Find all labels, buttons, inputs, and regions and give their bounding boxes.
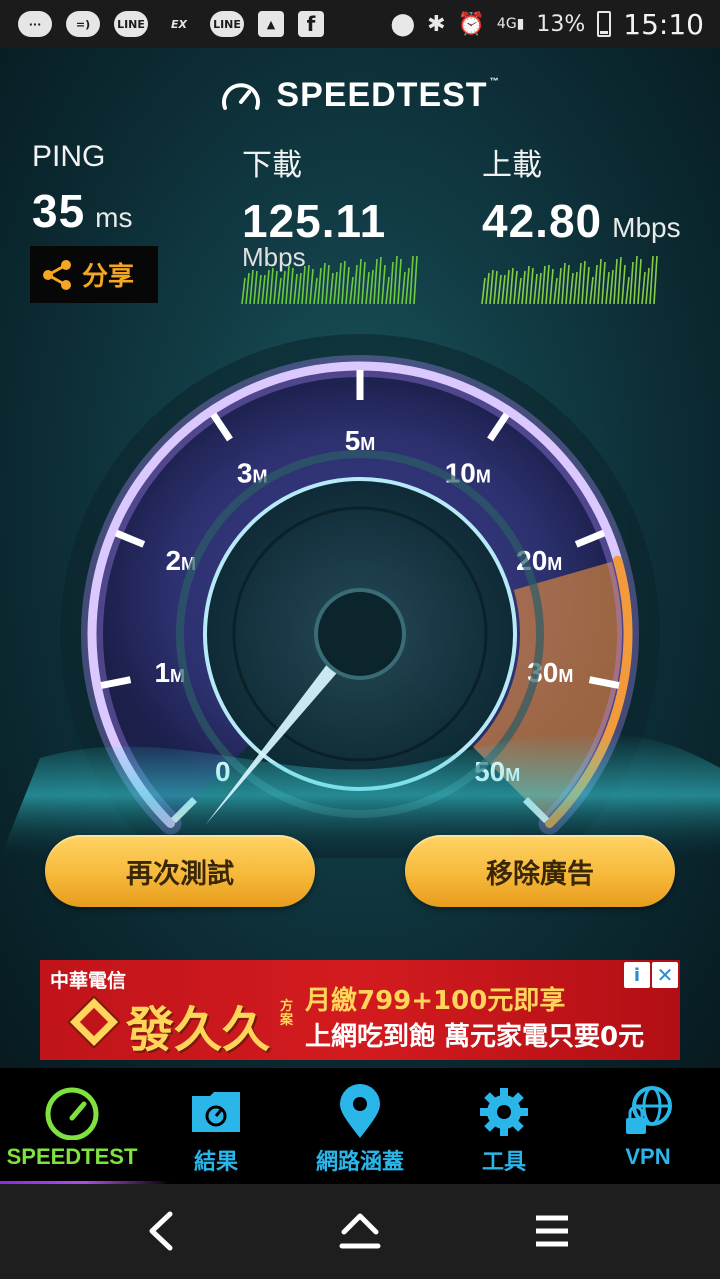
ad-banner[interactable]: 中華電信 發久久 方案 月繳799+100元即享 上網吃到飽 萬元家電只要0元 … [40, 960, 680, 1060]
speed-gauge: 01M2M3M5M10M20M30M50M [0, 334, 720, 858]
results-folder-icon [192, 1092, 240, 1132]
nav-speedtest[interactable]: SPEEDTEST [0, 1068, 144, 1184]
nav-label-results: 結果 [193, 1149, 238, 1174]
speedometer-logo-icon [222, 82, 261, 110]
upload-unit: Mbps [612, 212, 681, 243]
app-bottom-nav: SPEEDTEST 結果 網路涵蓋 工具 VPN [0, 1068, 720, 1184]
nav-vpn[interactable]: VPN [576, 1068, 720, 1184]
speedtest-main: SPEEDTEST ™ PING 35 ms 下載 125.11 Mbps 上載 … [0, 48, 720, 1068]
sparkline-bar [633, 255, 638, 304]
alarm-icon: ⏰ [457, 11, 485, 37]
ping-value: 35 [32, 185, 86, 237]
ad-logo-icon [68, 996, 120, 1048]
chat-icon: =) [66, 11, 100, 37]
ad-plan: 方案 [280, 999, 294, 1028]
ping-stat: PING 35 ms [32, 140, 133, 238]
nav-label-tools: 工具 [481, 1149, 526, 1174]
upload-sparkline [481, 255, 658, 304]
ad-offer-line2: 上網吃到飽 萬元家電只要0元 [305, 1022, 645, 1052]
sparkline-bar [409, 255, 414, 304]
nav-label-speedtest: SPEEDTEST [6, 1144, 138, 1169]
needle-hub [314, 588, 406, 680]
line-icon: LINE [210, 11, 244, 37]
menu-icon[interactable] [522, 1206, 582, 1256]
system-nav-bar [0, 1184, 720, 1279]
share-button[interactable]: 分享 [30, 246, 158, 303]
ping-label: PING [32, 140, 106, 173]
nav-label-coverage: 網路涵蓋 [315, 1149, 404, 1174]
ad-advertiser: 中華電信 [50, 970, 127, 992]
location-icon: ⬤ [390, 11, 416, 37]
sparkline-bar [617, 256, 622, 304]
upload-value: 42.80 [482, 195, 603, 247]
sparkline-bar [649, 255, 654, 304]
retest-button[interactable]: 再次測試 [45, 835, 315, 907]
nav-tools[interactable]: 工具 [432, 1068, 576, 1184]
share-label: 分享 [82, 262, 135, 292]
map-pin-icon [340, 1084, 380, 1138]
sparkline-bar [413, 255, 418, 304]
upload-stat: 上載 42.80 Mbps [482, 140, 681, 248]
nav-coverage[interactable]: 網路涵蓋 [288, 1068, 432, 1184]
ad-close-icon[interactable]: ✕ [652, 962, 678, 988]
status-bar: ··· =) LINE EX LINE ▲ f ⬤ ✱ ⏰ 4G▮ 13% 15… [0, 0, 720, 48]
facebook-icon: f [298, 11, 324, 37]
gear-icon [480, 1088, 528, 1136]
clock: 15:10 [623, 7, 704, 41]
ad-offer-line1: 月繳799+100元即享 [305, 986, 566, 1016]
ad-headline: 發久久 [126, 1002, 271, 1058]
brand-header: SPEEDTEST ™ [0, 76, 720, 115]
sparkline-bar [377, 256, 382, 304]
remove-ads-button[interactable]: 移除廣告 [405, 835, 675, 907]
network-type: 4G [496, 16, 517, 32]
ex-icon: EX [171, 17, 187, 31]
bluetooth-icon: ✱ [427, 11, 446, 37]
sparkline-bar [653, 255, 658, 304]
download-sparkline [241, 255, 418, 304]
ad-info-icon[interactable]: i [624, 962, 650, 988]
brand-name: SPEEDTEST ™ [276, 76, 500, 114]
sparkline-bar [393, 255, 398, 304]
upload-label: 上載 [482, 149, 542, 182]
line-icon: LINE [114, 11, 148, 37]
image-icon: ▲ [258, 11, 284, 37]
back-icon[interactable] [130, 1206, 190, 1256]
home-icon[interactable] [330, 1206, 390, 1256]
sms-icon: ··· [18, 11, 52, 37]
vpn-lock-icon [626, 1086, 672, 1134]
nav-label-vpn: VPN [625, 1144, 671, 1169]
download-value: 125.11 [242, 195, 387, 247]
signal-icon: 4G▮ [496, 16, 525, 32]
download-label: 下載 [242, 149, 302, 182]
ping-unit: ms [95, 202, 133, 233]
share-icon [43, 259, 71, 290]
battery-icon [597, 11, 612, 37]
gauge-icon [45, 1087, 99, 1140]
nav-results[interactable]: 結果 [144, 1068, 288, 1184]
battery-percent: 13% [536, 11, 586, 37]
